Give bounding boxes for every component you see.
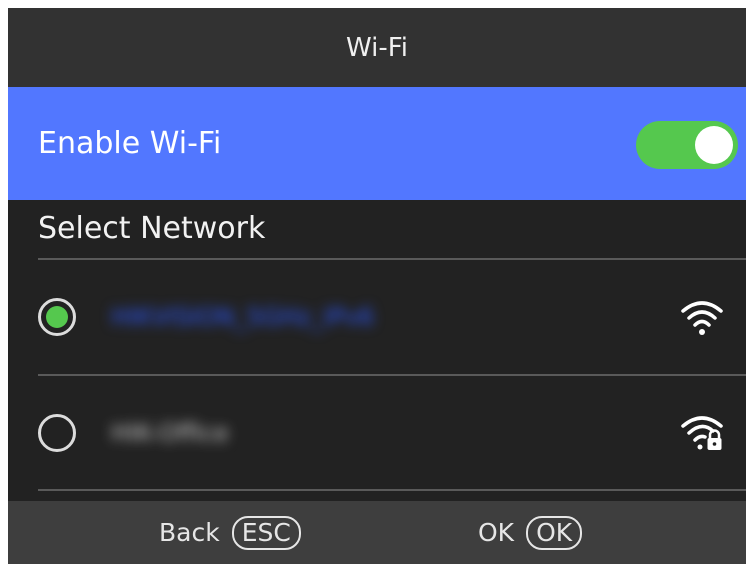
back-button[interactable]: Back ESC — [159, 501, 301, 564]
network-ssid: HIK-Office — [111, 419, 229, 447]
enable-wifi-toggle[interactable] — [636, 121, 738, 169]
wifi-lock-icon — [681, 416, 723, 450]
network-ssid: HIKVISION_5GHz_IPv6 — [111, 303, 375, 331]
wifi-signal-icon — [681, 301, 723, 335]
toggle-knob — [695, 126, 733, 164]
back-label: Back — [159, 518, 220, 547]
enable-wifi-label: Enable Wi-Fi — [38, 126, 222, 161]
enable-wifi-row[interactable]: Enable Wi-Fi — [8, 87, 746, 200]
title-bar: Wi-Fi — [8, 8, 746, 87]
page-title: Wi-Fi — [345, 32, 409, 63]
ok-button[interactable]: OK OK — [478, 501, 583, 564]
bottom-bar: Back ESC OK OK — [8, 501, 746, 564]
ok-key-badge: OK — [526, 515, 583, 550]
network-item[interactable]: HIKVISION_5GHz_IPv6 — [8, 260, 746, 374]
radio-selected-dot — [46, 306, 68, 328]
esc-key-badge: ESC — [231, 515, 301, 550]
device-screen: Wi-Fi Enable Wi-Fi Select Network HIKVIS… — [8, 8, 746, 564]
network-item[interactable]: HIK-Office — [8, 376, 746, 490]
ok-label: OK — [478, 518, 515, 547]
select-network-heading: Select Network — [38, 211, 266, 246]
divider — [38, 489, 746, 491]
network-radio-selected[interactable] — [38, 298, 76, 336]
network-radio-unselected[interactable] — [38, 414, 76, 452]
